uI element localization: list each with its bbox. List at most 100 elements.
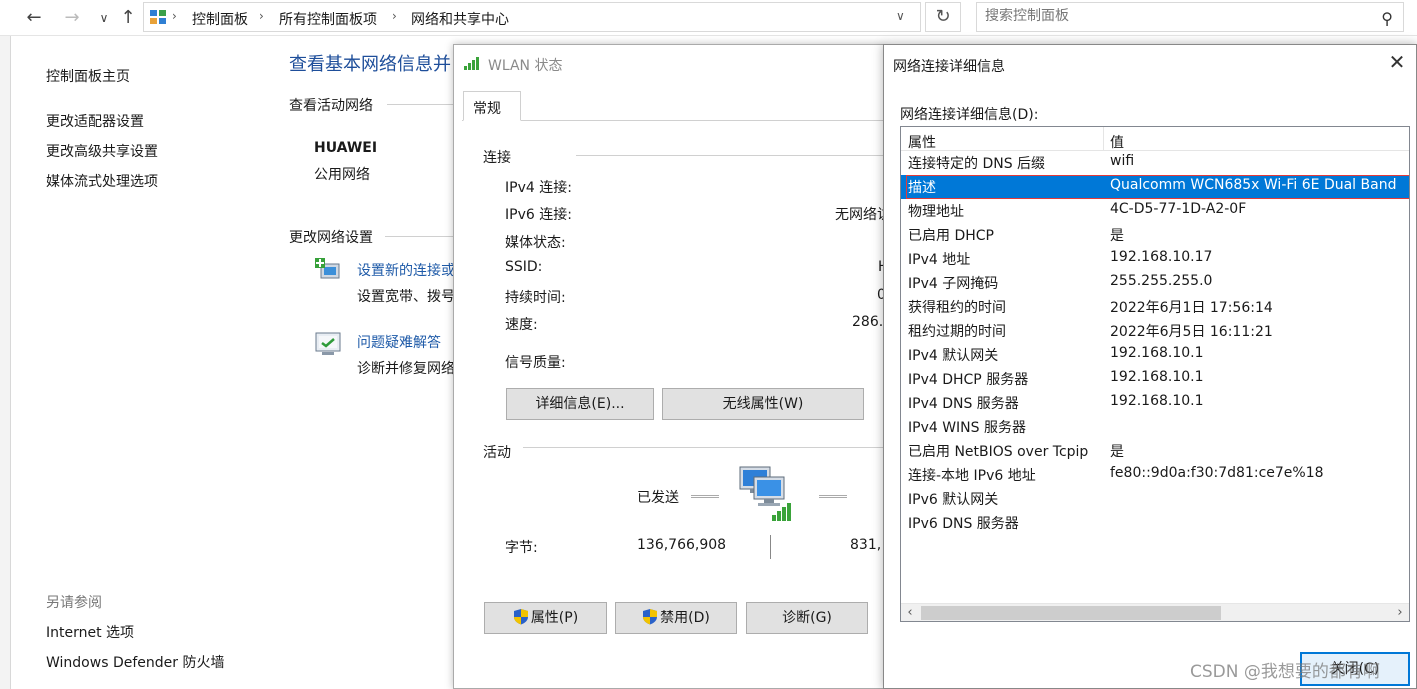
column-header-property[interactable]: 属性 — [908, 132, 936, 152]
background-window-edge — [0, 36, 11, 689]
table-row[interactable]: 获得租约的时间 2022年6月1日 17:56:14 — [901, 295, 1409, 319]
nav-control-panel-home[interactable]: 控制面板主页 — [46, 66, 130, 86]
table-row[interactable]: 连接特定的 DNS 后缀 wifi — [901, 151, 1409, 175]
table-row[interactable]: IPv6 DNS 服务器 — [901, 511, 1409, 535]
divider — [523, 447, 886, 448]
row-property: 已启用 DHCP — [908, 228, 994, 244]
breadcrumb-separator-icon: › — [392, 9, 397, 23]
setup-new-connection-desc: 设置宽带、拨号 — [357, 289, 455, 305]
page-title: 查看基本网络信息并 — [289, 54, 451, 75]
breadcrumb-control-panel[interactable]: 控制面板 — [192, 9, 248, 29]
table-row-selected[interactable]: 描述 Qualcomm WCN685x Wi-Fi 6E Dual Band — [901, 175, 1409, 199]
row-value: 192.168.10.1 — [1110, 369, 1204, 385]
search-input[interactable] — [985, 8, 1365, 24]
network-details-dialog: 网络连接详细信息 ✕ 网络连接详细信息(D): 属性 值 连接特定的 DNS 后… — [883, 44, 1417, 689]
close-icon[interactable]: ✕ — [1386, 51, 1408, 73]
media-state-label: 媒体状态: — [505, 235, 566, 251]
back-arrow-icon[interactable]: ← — [22, 6, 46, 30]
speed-label: 速度: — [505, 317, 538, 333]
troubleshoot-icon — [315, 332, 341, 355]
row-value: 2022年6月5日 16:11:21 — [1110, 324, 1273, 340]
tab-general[interactable]: 常规 — [463, 91, 521, 121]
sent-label: 已发送 — [637, 490, 679, 506]
search-icon[interactable]: ⚲ — [1381, 9, 1393, 28]
scroll-right-icon[interactable]: › — [1391, 604, 1409, 621]
diagnose-button[interactable]: 诊断(G) — [746, 602, 868, 634]
tab-strip-line — [462, 120, 886, 121]
ipv6-connection-label: IPv6 连接: — [505, 207, 572, 223]
bytes-received-value: 831, — [850, 537, 882, 553]
received-line — [819, 495, 847, 498]
network-type: 公用网络 — [314, 167, 370, 183]
scroll-left-icon[interactable]: ‹ — [901, 604, 919, 621]
search-box[interactable]: ⚲ — [976, 2, 1404, 32]
table-row[interactable]: 连接-本地 IPv6 地址 fe80::9d0a:f30:7d81:ce7e%18 — [901, 463, 1409, 487]
table-row[interactable]: IPv4 DHCP 服务器 192.168.10.1 — [901, 367, 1409, 391]
table-row[interactable]: IPv4 DNS 服务器 192.168.10.1 — [901, 391, 1409, 415]
column-separator[interactable] — [1103, 127, 1104, 151]
details-list[interactable]: 属性 值 连接特定的 DNS 后缀 wifi 描述 Qualcomm WCN685x… — [900, 126, 1410, 622]
computers-activity-icon — [739, 466, 791, 521]
table-row[interactable]: IPv4 地址 192.168.10.17 — [901, 247, 1409, 271]
details-list-label: 网络连接详细信息(D): — [900, 107, 1039, 123]
table-row[interactable]: IPv6 默认网关 — [901, 487, 1409, 511]
bytes-divider — [770, 535, 771, 559]
breadcrumb-network-center[interactable]: 网络和共享中心 — [411, 9, 509, 29]
disable-button[interactable]: 禁用(D) — [615, 602, 737, 634]
recent-locations-chevron-icon[interactable]: ∨ — [92, 6, 116, 30]
table-row[interactable]: 租约过期的时间 2022年6月5日 16:11:21 — [901, 319, 1409, 343]
table-row[interactable]: 已启用 DHCP 是 — [901, 223, 1409, 247]
row-property: IPv4 WINS 服务器 — [908, 420, 1026, 436]
table-row[interactable]: 已启用 NetBIOS over Tcpip 是 — [901, 439, 1409, 463]
table-row[interactable]: IPv4 WINS 服务器 — [901, 415, 1409, 439]
row-property: 租约过期的时间 — [908, 324, 1006, 340]
nav-windows-defender-firewall[interactable]: Windows Defender 防火墙 — [46, 652, 224, 672]
address-field[interactable]: › 控制面板 › 所有控制面板项 › 网络和共享中心 ∨ — [143, 2, 921, 32]
row-value: 是 — [1110, 444, 1124, 460]
horizontal-scrollbar[interactable]: ‹ › — [901, 603, 1409, 621]
table-row[interactable]: 物理地址 4C-D5-77-1D-A2-0F — [901, 199, 1409, 223]
forward-arrow-icon[interactable]: → — [60, 6, 84, 30]
table-row[interactable]: IPv4 默认网关 192.168.10.1 — [901, 343, 1409, 367]
network-name: HUAWEI — [314, 140, 378, 156]
column-header-value[interactable]: 值 — [1110, 132, 1124, 152]
wlan-status-window: WLAN 状态 常规 连接 IPv4 连接: IPv6 连接: 无网络访 媒体状… — [453, 44, 891, 689]
row-property: IPv4 默认网关 — [908, 348, 999, 364]
wlan-window-title: WLAN 状态 — [488, 58, 563, 74]
change-settings-header: 更改网络设置 — [289, 230, 373, 246]
setup-new-connection-link[interactable]: 设置新的连接或 — [357, 260, 455, 280]
row-value: 2022年6月1日 17:56:14 — [1110, 300, 1273, 316]
connection-header: 连接 — [483, 150, 511, 166]
table-row[interactable]: IPv4 子网掩码 255.255.255.0 — [901, 271, 1409, 295]
activity-header: 活动 — [483, 445, 511, 461]
row-property: 获得租约的时间 — [908, 300, 1006, 316]
troubleshoot-link[interactable]: 问题疑难解答 — [357, 332, 441, 352]
nav-change-advanced-sharing[interactable]: 更改高级共享设置 — [46, 141, 158, 161]
row-value: 192.168.10.17 — [1110, 249, 1213, 265]
row-property: IPv4 地址 — [908, 252, 971, 268]
refresh-button[interactable]: ↻ — [925, 2, 961, 32]
row-property: 连接特定的 DNS 后缀 — [908, 156, 1046, 172]
row-value: fe80::9d0a:f30:7d81:ce7e%18 — [1110, 465, 1324, 481]
row-value: 是 — [1110, 228, 1124, 244]
refresh-icon: ↻ — [935, 6, 951, 27]
row-property: IPv6 DNS 服务器 — [908, 516, 1019, 532]
nav-change-adapter-settings[interactable]: 更改适配器设置 — [46, 111, 144, 131]
breadcrumb-all-items[interactable]: 所有控制面板项 — [279, 9, 377, 29]
highlight-annotation-box — [906, 175, 1409, 199]
row-value: wifi — [1110, 153, 1135, 169]
up-arrow-icon[interactable]: ↑ — [116, 6, 140, 30]
nav-internet-options[interactable]: Internet 选项 — [46, 622, 134, 642]
wireless-properties-button[interactable]: 无线属性(W) — [662, 388, 864, 420]
sent-line — [691, 495, 719, 498]
divider — [387, 104, 457, 105]
new-connection-icon — [315, 258, 340, 279]
wifi-signal-icon — [464, 57, 479, 70]
address-dropdown-chevron-icon[interactable]: ∨ — [896, 9, 905, 23]
scrollbar-thumb[interactable] — [921, 606, 1221, 620]
properties-button[interactable]: 属性(P) — [484, 602, 607, 634]
breadcrumb-separator-icon: › — [259, 9, 264, 23]
bytes-sent-value: 136,766,908 — [637, 537, 727, 553]
details-button[interactable]: 详细信息(E)... — [506, 388, 654, 420]
nav-media-streaming-options[interactable]: 媒体流式处理选项 — [46, 171, 158, 191]
